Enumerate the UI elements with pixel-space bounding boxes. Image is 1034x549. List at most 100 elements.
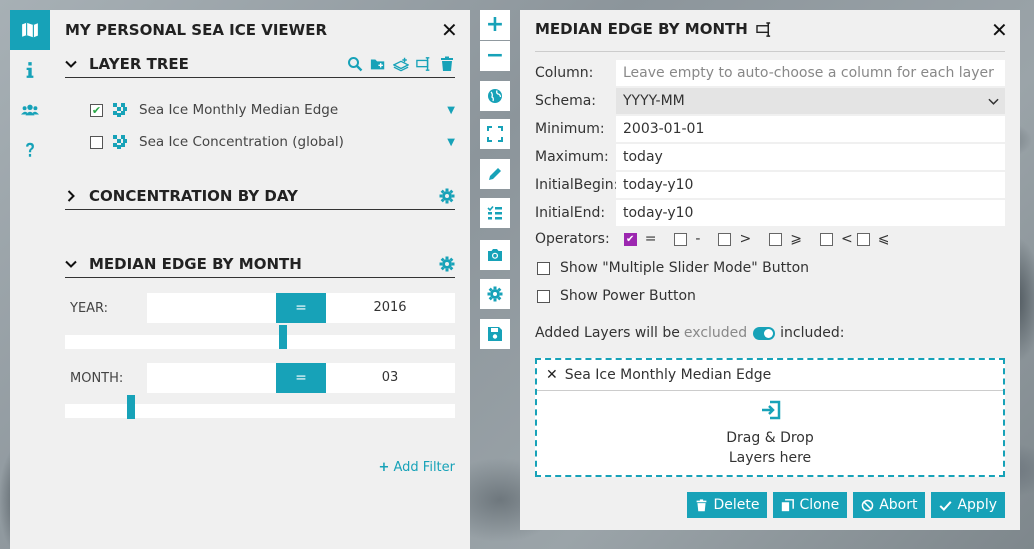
clone-button[interactable]: Clone	[773, 492, 848, 518]
operators-row: Operators: ✔ = - > ⩾ < ⩽	[535, 231, 907, 247]
multi-slider-checkbox[interactable]	[537, 261, 550, 275]
operator-option-eq[interactable]: ✔ =	[623, 231, 656, 247]
layer-name: Sea Ice Monthly Median Edge	[139, 102, 339, 118]
median-edge-header[interactable]: MEDIAN EDGE BY MONTH	[65, 250, 455, 278]
included-toggle[interactable]	[753, 326, 776, 340]
drop-layer-item: ✕ Sea Ice Monthly Median Edge	[537, 360, 1003, 391]
help-icon[interactable]	[10, 130, 50, 170]
initial-begin-label: InitialBegin:	[535, 177, 619, 193]
initial-begin-input[interactable]: today-y10	[616, 172, 1005, 198]
layer-tree-header[interactable]: LAYER TREE	[65, 50, 455, 78]
minimum-input[interactable]: 2003-01-01	[616, 116, 1005, 142]
operator-checkbox[interactable]: ✔	[623, 232, 637, 246]
initial-end-input[interactable]: today-y10	[616, 200, 1005, 226]
layer-drop-zone[interactable]: ✕ Sea Ice Monthly Median Edge Drag & Dro…	[535, 358, 1005, 477]
chevron-down-icon[interactable]	[65, 258, 83, 270]
remove-icon[interactable]: ✕	[546, 367, 558, 383]
multi-slider-option[interactable]: Show "Multiple Slider Mode" Button	[537, 260, 809, 276]
month-label: MONTH:	[70, 371, 124, 386]
layer-tree-title: LAYER TREE	[89, 54, 189, 73]
gear-icon[interactable]	[480, 279, 510, 309]
list-icon[interactable]	[480, 198, 510, 228]
initial-end-label: InitialEnd:	[535, 205, 606, 221]
filter-edit-panel: MEDIAN EDGE BY MONTH ✕ Column: Leave emp…	[520, 10, 1020, 530]
chevron-down-icon[interactable]	[65, 58, 83, 70]
month-value[interactable]: 03	[325, 370, 455, 385]
layer-icon	[113, 103, 127, 117]
column-label: Column:	[535, 65, 594, 81]
schema-label: Schema:	[535, 93, 597, 109]
operator-checkbox[interactable]	[718, 232, 732, 246]
operator-option-gt[interactable]: >	[718, 231, 751, 247]
month-operator-button[interactable]: =	[276, 363, 326, 393]
power-button-option[interactable]: Show Power Button	[537, 288, 696, 304]
layer-icon	[113, 135, 127, 149]
included-label: included:	[780, 325, 845, 341]
concentration-header[interactable]: CONCENTRATION BY DAY	[65, 182, 455, 210]
drop-layer-name: Sea Ice Monthly Median Edge	[564, 367, 772, 383]
year-slider-track[interactable]	[65, 335, 455, 349]
operator-checkbox[interactable]	[769, 232, 783, 246]
operator-checkbox[interactable]	[819, 232, 833, 246]
year-operator-button[interactable]: =	[276, 293, 326, 323]
add-filter-button[interactable]: + Add Filter	[378, 460, 455, 475]
schema-select[interactable]: YYYY-MM	[616, 88, 1005, 114]
layer-checkbox[interactable]	[90, 135, 103, 149]
column-input[interactable]: Leave empty to auto-choose a column for …	[616, 60, 1005, 86]
month-slider-track[interactable]	[65, 404, 455, 418]
zoom-out-button[interactable]: −	[480, 41, 510, 71]
edit-panel-title: MEDIAN EDGE BY MONTH	[535, 20, 748, 38]
layer-item[interactable]: ✔ Sea Ice Monthly Median Edge ▼	[90, 98, 455, 122]
globe-icon[interactable]	[480, 81, 510, 111]
power-button-checkbox[interactable]	[537, 289, 550, 303]
chevron-down-icon	[988, 98, 999, 105]
gear-icon[interactable]	[439, 188, 455, 204]
users-icon[interactable]	[10, 90, 50, 130]
pencil-icon[interactable]	[480, 159, 510, 189]
month-filter: = 03	[147, 363, 455, 393]
operator-option-lt[interactable]: <	[819, 231, 853, 247]
edit-panel-header: MEDIAN EDGE BY MONTH	[535, 20, 773, 38]
year-value[interactable]: 2016	[325, 300, 455, 315]
plus-icon: +	[378, 460, 390, 475]
operator-checkbox[interactable]	[856, 232, 870, 246]
map-icon[interactable]	[10, 10, 50, 50]
filter-slider-icon	[756, 21, 770, 37]
operator-option-lte[interactable]: ⩽	[856, 231, 889, 247]
layer-item[interactable]: Sea Ice Concentration (global) ▼	[90, 130, 455, 154]
close-icon[interactable]: ✕	[991, 20, 1008, 40]
operator-option-range[interactable]: -	[674, 231, 700, 247]
operator-option-gte[interactable]: ⩾	[769, 231, 802, 247]
check-icon	[939, 500, 953, 511]
caret-down-icon[interactable]: ▼	[447, 105, 455, 116]
delete-button[interactable]: Delete	[687, 492, 768, 518]
caret-down-icon[interactable]: ▼	[447, 137, 455, 148]
zoom-in-button[interactable]: +	[480, 10, 510, 40]
divider	[535, 51, 1005, 52]
gear-icon[interactable]	[439, 256, 455, 272]
info-icon[interactable]	[10, 50, 50, 90]
schema-value: YYYY-MM	[623, 93, 685, 109]
ban-icon	[861, 499, 874, 511]
abort-button[interactable]: Abort	[853, 492, 926, 518]
add-layer-icon[interactable]	[393, 56, 409, 72]
operator-checkbox[interactable]	[674, 232, 688, 246]
apply-button[interactable]: Apply	[931, 492, 1005, 518]
delete-icon[interactable]	[439, 56, 455, 72]
action-buttons: Delete Clone Abort Apply	[687, 492, 1005, 518]
copy-icon	[782, 498, 795, 511]
maximum-input[interactable]: today	[616, 144, 1005, 170]
panel-title: MY PERSONAL SEA ICE VIEWER	[65, 21, 328, 39]
search-icon[interactable]	[347, 56, 363, 72]
layer-checkbox-checked[interactable]: ✔	[90, 103, 103, 117]
trash-icon	[697, 498, 707, 511]
save-icon[interactable]	[480, 319, 510, 349]
close-icon[interactable]: ✕	[441, 20, 458, 40]
add-filter-icon[interactable]	[416, 56, 432, 72]
fullscreen-icon[interactable]	[480, 119, 510, 149]
camera-icon[interactable]	[480, 240, 510, 270]
chevron-right-icon[interactable]	[65, 189, 83, 202]
add-folder-icon[interactable]	[370, 56, 386, 72]
month-slider-handle[interactable]	[127, 395, 136, 419]
year-slider-handle[interactable]	[279, 325, 288, 349]
